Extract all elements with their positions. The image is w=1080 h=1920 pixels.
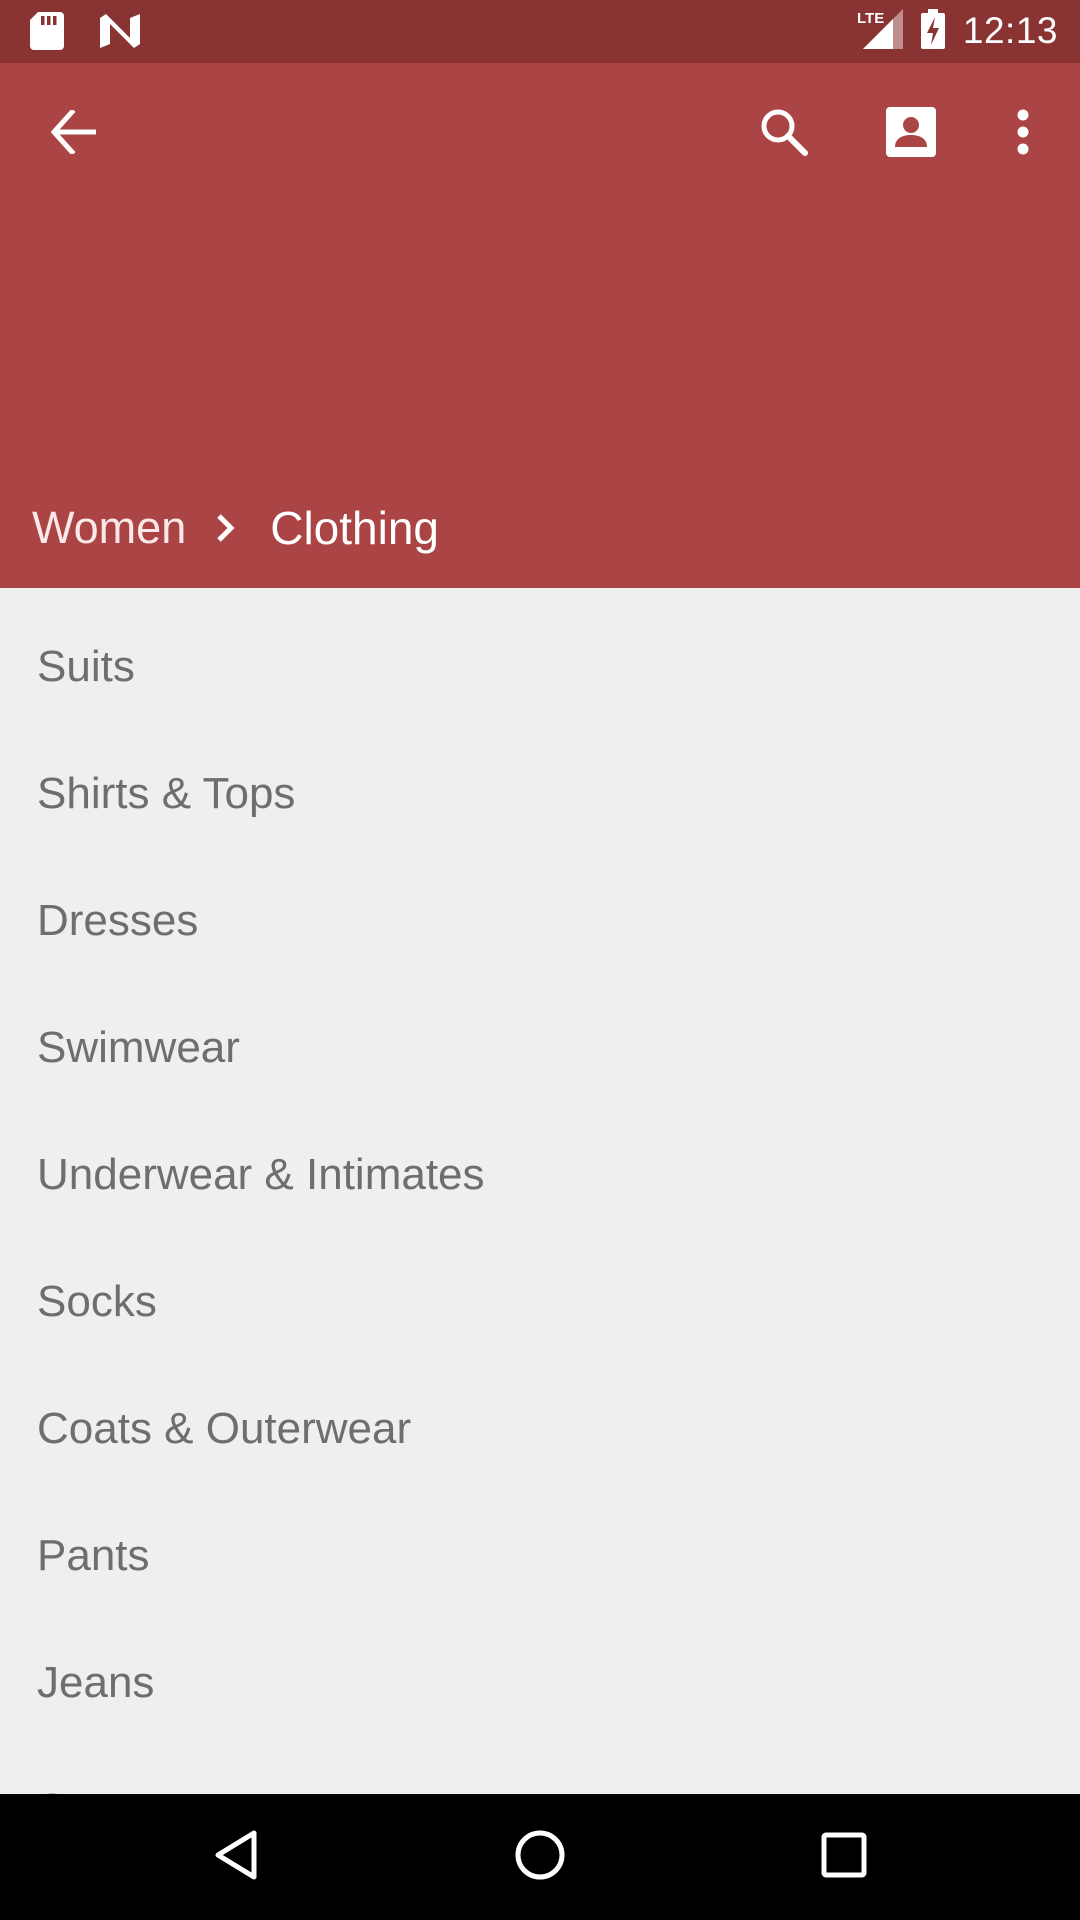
svg-text:LTE: LTE — [857, 10, 884, 27]
list-item[interactable]: Dresses — [0, 857, 1080, 984]
search-icon — [759, 107, 809, 162]
list-item[interactable]: Jeans — [0, 1619, 1080, 1746]
status-bar: LTE 12:13 — [0, 0, 1080, 63]
breadcrumb-women[interactable]: Women — [32, 502, 186, 554]
more-vert-icon — [1016, 109, 1030, 160]
list-item[interactable]: Sweaters — [0, 1746, 1080, 1795]
nav-home-button[interactable] — [490, 1807, 590, 1907]
list-item[interactable]: Swimwear — [0, 984, 1080, 1111]
nav-back-icon — [212, 1829, 260, 1886]
navigation-bar — [0, 1794, 1080, 1920]
list-item[interactable]: Suits — [0, 588, 1080, 730]
category-list: Suits Shirts & Tops Dresses Swimwear Und… — [0, 588, 1080, 1794]
n-notification-icon — [100, 14, 140, 53]
screen: LTE 12:13 Women Clothing Suits Shirts & … — [0, 0, 1080, 1920]
breadcrumb: Women Clothing — [32, 493, 439, 563]
back-arrow-icon — [50, 107, 98, 159]
list-item[interactable]: Shirts & Tops — [0, 730, 1080, 857]
sd-card-icon — [30, 12, 64, 55]
chevron-right-icon — [216, 513, 236, 543]
battery-charging-icon — [920, 8, 945, 54]
account-icon — [886, 106, 936, 162]
list-item[interactable]: Socks — [0, 1238, 1080, 1365]
account-button[interactable] — [863, 86, 959, 182]
breadcrumb-clothing: Clothing — [270, 502, 440, 554]
nav-recents-button[interactable] — [794, 1807, 894, 1907]
list-item[interactable]: Underwear & Intimates — [0, 1111, 1080, 1238]
list-item[interactable]: Coats & Outerwear — [0, 1365, 1080, 1492]
status-time: 12:13 — [962, 10, 1058, 51]
search-button[interactable] — [736, 86, 832, 182]
app-bar: Women Clothing — [0, 63, 1080, 588]
nav-back-button[interactable] — [186, 1807, 286, 1907]
more-options-button[interactable] — [975, 86, 1071, 182]
list-item[interactable]: Pants — [0, 1492, 1080, 1619]
back-button[interactable] — [26, 86, 122, 182]
nav-home-icon — [514, 1829, 566, 1886]
lte-signal-icon: LTE — [857, 8, 903, 54]
nav-recents-icon — [821, 1832, 867, 1883]
